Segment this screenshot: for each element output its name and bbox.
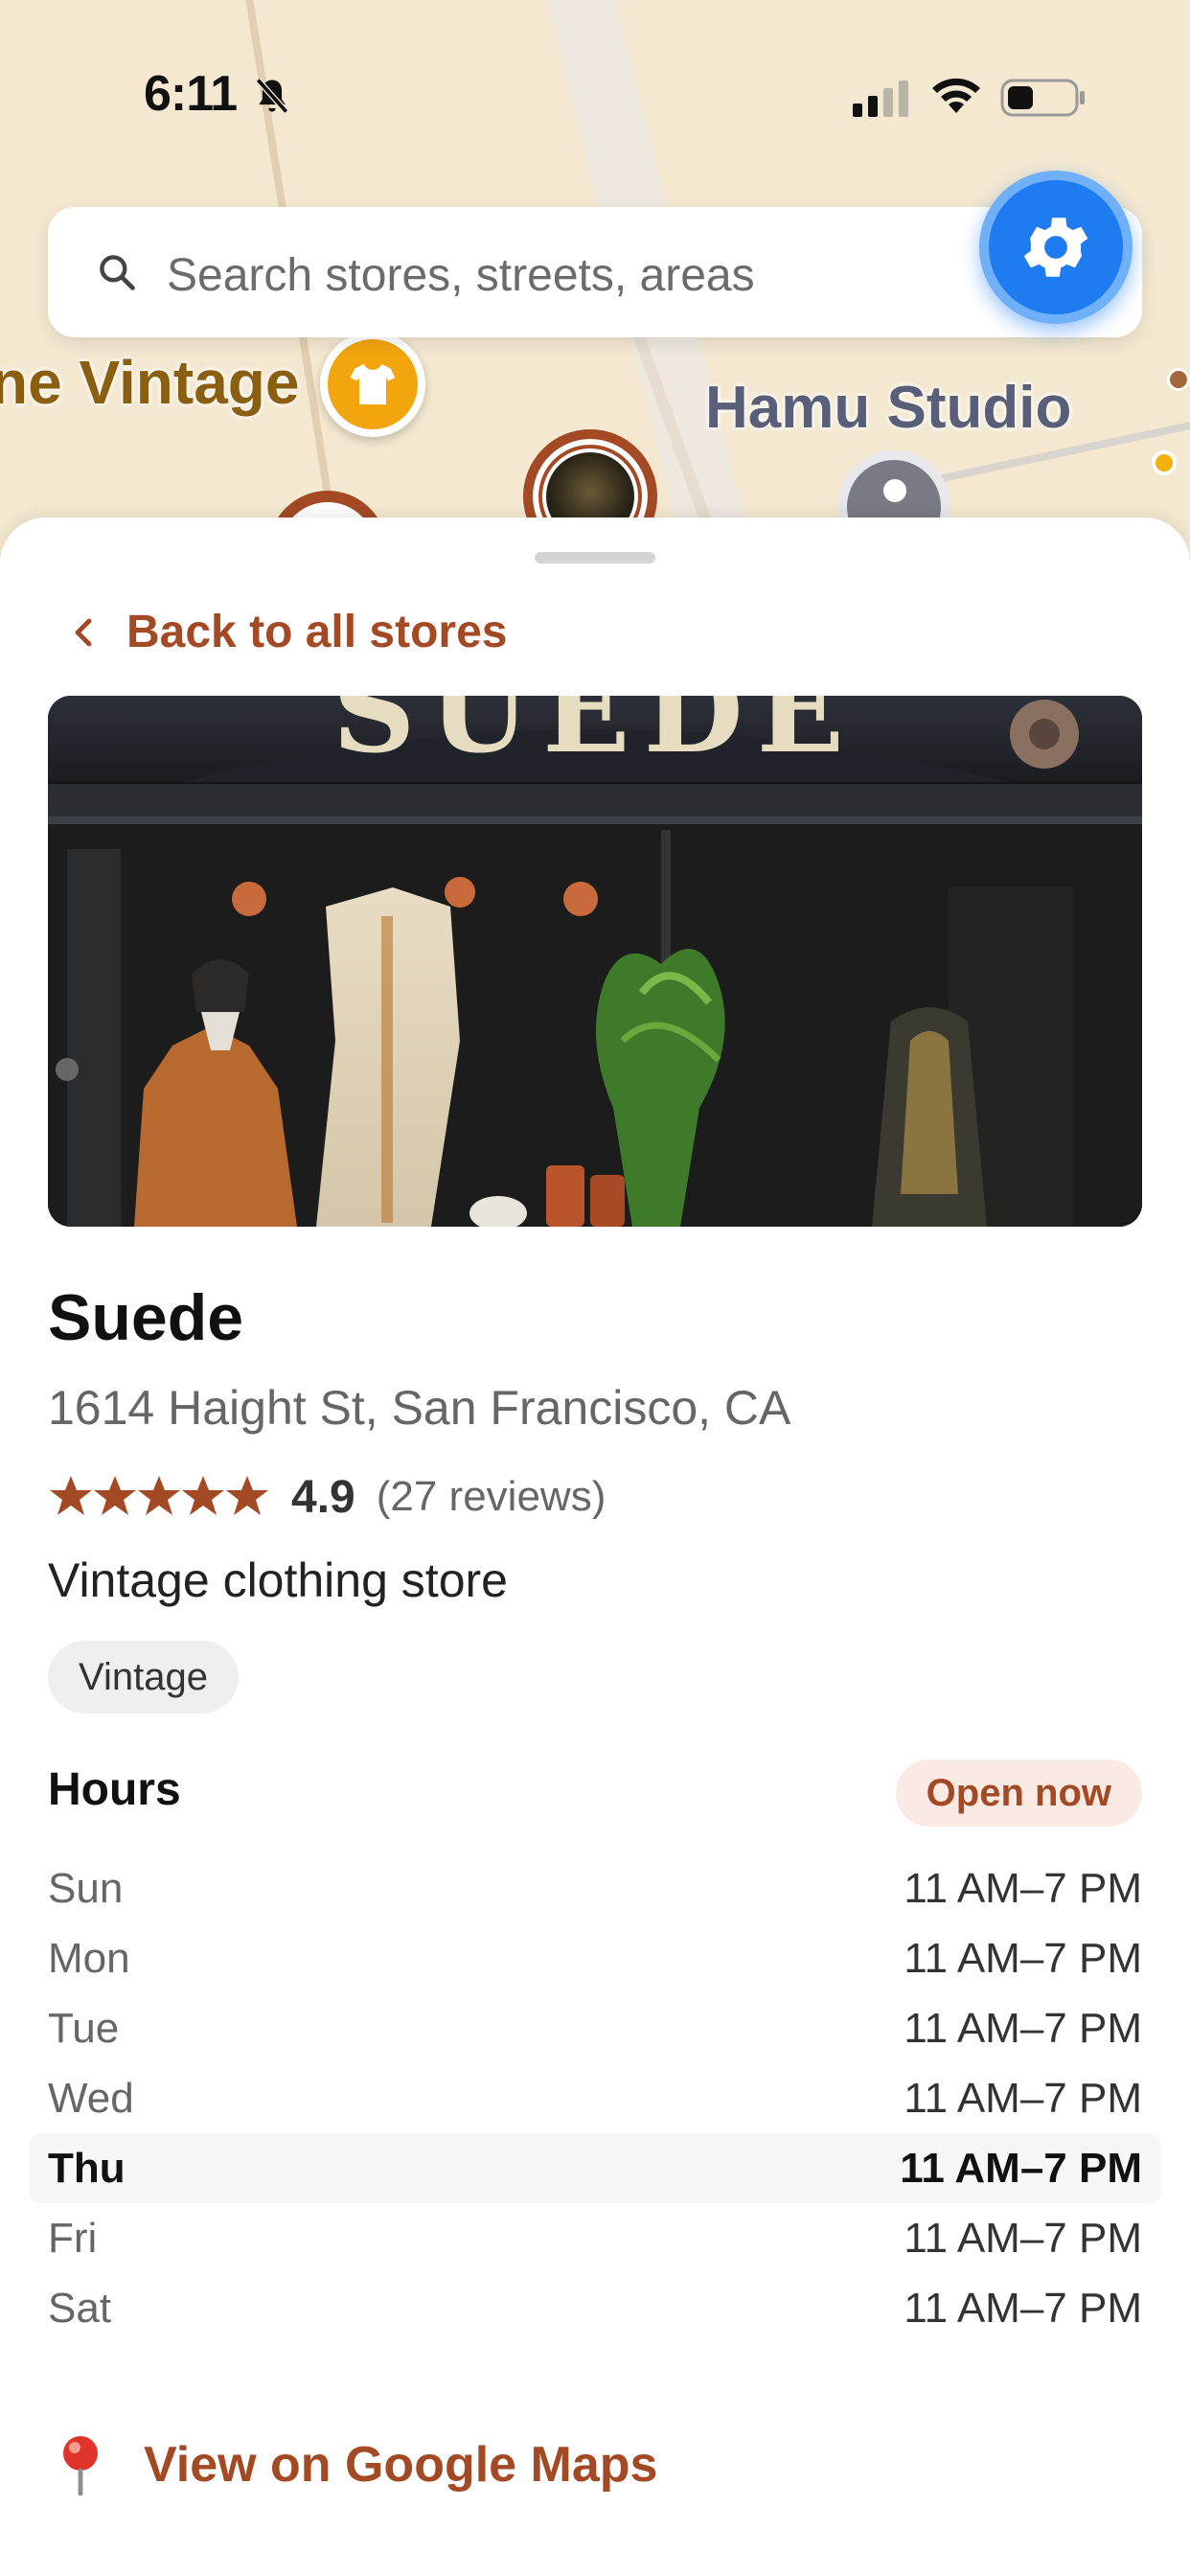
map-dot[interactable] bbox=[1167, 368, 1190, 391]
store-photo[interactable]: SUEDE bbox=[48, 696, 1142, 1227]
rating-value: 4.9 bbox=[291, 1471, 355, 1523]
shirt-icon bbox=[350, 364, 396, 404]
hours-time: 11 AM–7 PM bbox=[904, 2284, 1142, 2332]
hours-day: Sun bbox=[48, 1864, 124, 1912]
rating-row: 4.9 (27 reviews) bbox=[48, 1466, 606, 1528]
map-label-store[interactable]: ne Vintage bbox=[0, 347, 299, 418]
search-bar[interactable]: Search stores, streets, areas bbox=[48, 207, 1142, 337]
store-name: Suede bbox=[48, 1281, 244, 1354]
hours-day: Tue bbox=[48, 2004, 120, 2052]
map-dot[interactable] bbox=[1152, 450, 1177, 475]
hours-day: Wed bbox=[48, 2074, 134, 2122]
hours-day: Fri bbox=[48, 2214, 98, 2262]
search-icon bbox=[100, 255, 135, 290]
hours-row-sun: Sun 11 AM–7 PM bbox=[29, 1853, 1161, 1923]
wifi-icon bbox=[932, 78, 980, 113]
hours-list: Sun 11 AM–7 PM Mon 11 AM–7 PM Tue 11 AM–… bbox=[29, 1853, 1161, 2343]
hours-day: Mon bbox=[48, 1934, 130, 1982]
hours-title: Hours bbox=[48, 1764, 181, 1815]
open-status-badge: Open now bbox=[895, 1760, 1142, 1827]
hours-row-tue: Tue 11 AM–7 PM bbox=[29, 1993, 1161, 2063]
hours-day: Thu bbox=[48, 2144, 126, 2192]
tag-chip-vintage[interactable]: Vintage bbox=[48, 1641, 239, 1714]
store-detail-sheet: Back to all stores SUEDE Suede 1614 Haig… bbox=[0, 518, 1190, 2576]
map-pin-vintage[interactable] bbox=[320, 332, 425, 437]
hours-time: 11 AM–7 PM bbox=[904, 2004, 1142, 2052]
gear-icon bbox=[1023, 218, 1088, 277]
back-link-label: Back to all stores bbox=[126, 607, 508, 657]
hours-time: 11 AM–7 PM bbox=[904, 1864, 1142, 1912]
status-time: 6:11 bbox=[144, 66, 238, 122]
hours-day: Sat bbox=[48, 2284, 112, 2332]
hours-row-wed: Wed 11 AM–7 PM bbox=[29, 2063, 1161, 2133]
back-to-all-stores-link[interactable]: Back to all stores bbox=[69, 606, 508, 658]
review-count[interactable]: (27 reviews) bbox=[377, 1473, 606, 1521]
hours-time: 11 AM–7 PM bbox=[904, 2214, 1142, 2262]
view-on-google-maps-link[interactable]: View on Google Maps bbox=[54, 2434, 657, 2496]
search-placeholder: Search stores, streets, areas bbox=[167, 250, 755, 301]
hours-time: 11 AM–7 PM bbox=[900, 2144, 1142, 2192]
hours-row-thu-today: Thu 11 AM–7 PM bbox=[29, 2133, 1161, 2203]
hours-time: 11 AM–7 PM bbox=[904, 1934, 1142, 1982]
store-category: Vintage clothing store bbox=[48, 1553, 508, 1607]
pin-dot bbox=[883, 479, 906, 502]
store-address: 1614 Haight St, San Francisco, CA bbox=[48, 1381, 791, 1435]
hours-row-mon: Mon 11 AM–7 PM bbox=[29, 1923, 1161, 1993]
hours-row-sat: Sat 11 AM–7 PM bbox=[29, 2273, 1161, 2343]
map-label-store[interactable]: Hamu Studio bbox=[705, 374, 1071, 442]
hours-row-fri: Fri 11 AM–7 PM bbox=[29, 2203, 1161, 2273]
storefront-sign-text: SUEDE bbox=[332, 696, 858, 779]
settings-button[interactable] bbox=[979, 171, 1133, 324]
storefront-image: SUEDE bbox=[48, 696, 1142, 1227]
battery-icon bbox=[1000, 79, 1085, 117]
bell-slash-icon bbox=[255, 78, 289, 114]
hours-time: 11 AM–7 PM bbox=[904, 2074, 1142, 2122]
star-rating-icon bbox=[50, 1476, 268, 1515]
status-bar: 6:11 bbox=[0, 0, 1190, 192]
maps-link-label: View on Google Maps bbox=[144, 2437, 658, 2493]
cellular-signal-icon bbox=[853, 80, 908, 117]
chevron-left-icon bbox=[75, 618, 92, 646]
sheet-grabber[interactable] bbox=[535, 552, 655, 564]
map-pin-icon bbox=[63, 2436, 98, 2496]
